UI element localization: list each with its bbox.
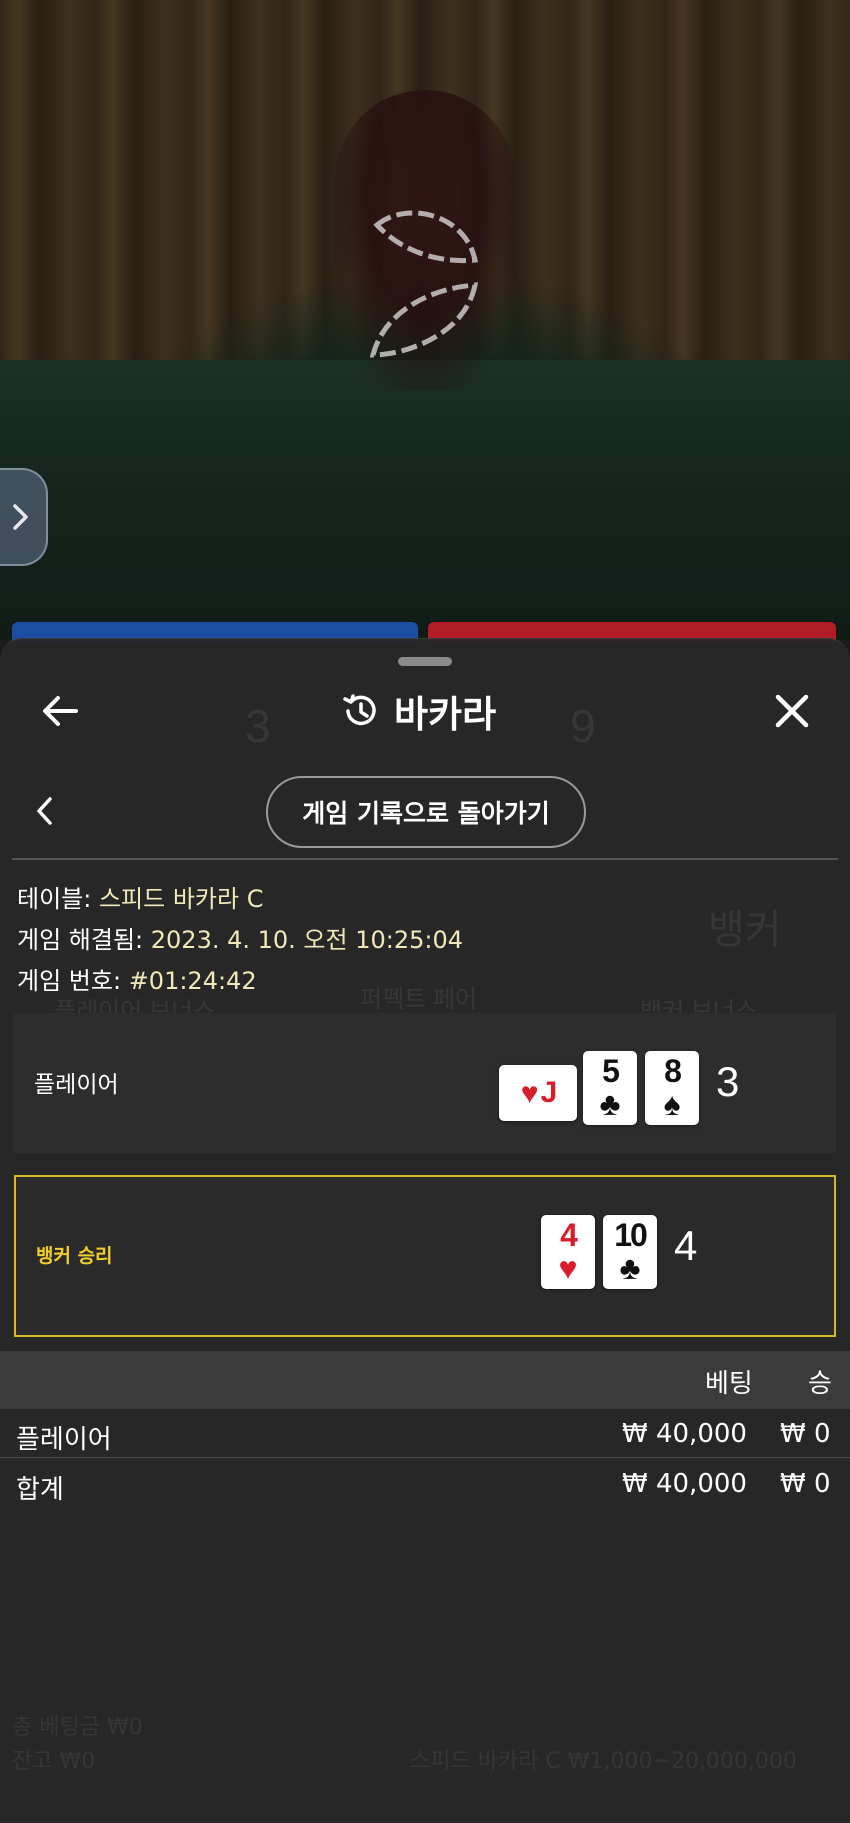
- divider: [12, 858, 838, 860]
- table-label: 테이블:: [17, 885, 92, 913]
- sheet-title: 바카라: [340, 683, 496, 739]
- history-icon: [343, 694, 376, 726]
- bg-banker-label: 뱅커: [708, 908, 782, 952]
- history-sheet: 3 9 뱅커 플레이어 보너스 퍼펙트 페어 뱅커 보너스 바카라 게임 기록으…: [0, 638, 850, 1823]
- player-result-row: 플레이어 ♥ J 5 ♣ 8 ♠ 3: [14, 1013, 836, 1153]
- total-win-amount: ₩ 0: [780, 1469, 831, 1499]
- bg-balance: 잔고 ₩0: [12, 1749, 96, 1774]
- game-number-label: 게임 번호:: [17, 967, 122, 995]
- win-amount: ₩ 0: [780, 1419, 831, 1449]
- table-value: 스피드 바카라 C: [98, 885, 264, 913]
- side-panel-toggle[interactable]: [0, 468, 48, 566]
- bg-limits: 스피드 바카라 C ₩1,000~20,000,000: [410, 1749, 797, 1774]
- sheet-grabber[interactable]: [398, 657, 452, 666]
- column-header-bet: 베팅: [705, 1369, 753, 1399]
- bg-banker-score: 9: [570, 700, 596, 752]
- live-video-feed: [0, 0, 850, 640]
- close-icon[interactable]: [770, 689, 814, 733]
- chevron-right-icon: [13, 504, 28, 530]
- game-number-value: #01:24:42: [128, 967, 257, 995]
- bg-total-bet: 총 베팅금 ₩0: [12, 1715, 143, 1740]
- playing-card: 10 ♣: [603, 1215, 657, 1289]
- total-label: 합계: [16, 1475, 64, 1505]
- bg-perfect-pair: 퍼펙트 페어: [360, 986, 478, 1013]
- player-score: 3: [716, 1058, 740, 1105]
- banker-result-row: 뱅커 승리 4 ♥ 10 ♣ 4: [14, 1175, 836, 1337]
- page-title: 바카라: [394, 693, 497, 736]
- divider: [0, 1457, 850, 1458]
- playing-card: ♥ J: [499, 1065, 577, 1121]
- playing-card: 5 ♣: [583, 1051, 637, 1125]
- table-info: 테이블: 스피드 바카라 C: [17, 879, 263, 914]
- banker-win-label: 뱅커 승리: [36, 1245, 113, 1267]
- column-header-win: 승: [808, 1369, 832, 1399]
- bet-name: 플레이어: [16, 1425, 112, 1455]
- bet-amount: ₩ 40,000: [622, 1419, 747, 1449]
- player-result-label: 플레이어: [34, 1072, 119, 1098]
- resolved-info: 게임 해결됨: 2023. 4. 10. 오전 10:25:04: [17, 920, 463, 955]
- resolved-label: 게임 해결됨:: [17, 926, 144, 954]
- bg-player-score: 3: [245, 700, 271, 752]
- total-bet-amount: ₩ 40,000: [622, 1469, 747, 1499]
- arrow-left-icon[interactable]: [38, 689, 82, 733]
- banker-score: 4: [674, 1222, 698, 1269]
- bets-table-header: 베팅 승: [0, 1351, 850, 1409]
- game-number-info: 게임 번호: #01:24:42: [17, 961, 257, 996]
- loading-spinner-icon: [369, 210, 479, 358]
- return-to-history-button[interactable]: 게임 기록으로 돌아가기: [266, 776, 586, 848]
- playing-card: 8 ♠: [645, 1051, 699, 1125]
- resolved-value: 2023. 4. 10. 오전 10:25:04: [150, 926, 464, 954]
- chevron-left-icon[interactable]: [30, 789, 60, 833]
- playing-card: 4 ♥: [541, 1215, 595, 1289]
